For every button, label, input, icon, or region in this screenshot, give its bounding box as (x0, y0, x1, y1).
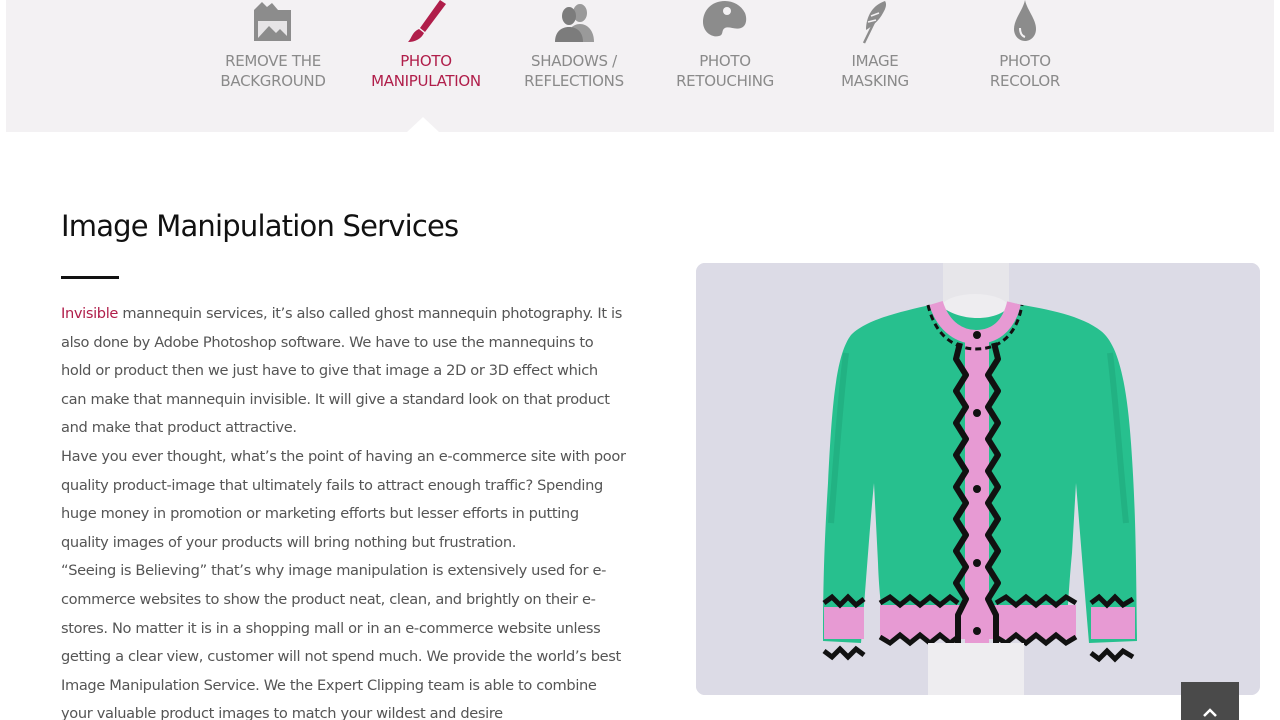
palette-icon (699, 0, 751, 44)
paragraph-1-text: mannequin services, it’s also called gho… (61, 305, 622, 437)
section-body: Invisible mannequin services, it’s also … (61, 300, 627, 720)
tab-label: PHOTO RETOUCHING (676, 52, 774, 90)
tab-photo-recolor[interactable]: PHOTO RECOLOR (950, 0, 1100, 132)
scroll-to-top-button[interactable] (1181, 682, 1239, 720)
tab-remove-background[interactable]: REMOVE THE BACKGROUND (198, 0, 348, 132)
section-title: Image Manipulation Services (61, 209, 459, 243)
tab-image-masking[interactable]: IMAGE MASKING (800, 0, 950, 132)
tab-label: SHADOWS / REFLECTIONS (524, 52, 624, 90)
paragraph-3: “Seeing is Believing” that’s why image m… (61, 562, 621, 720)
tab-photo-manipulation[interactable]: PHOTO MANIPULATION (351, 0, 501, 132)
title-underline (61, 276, 119, 279)
tab-shadows-reflections[interactable]: SHADOWS / REFLECTIONS (499, 0, 649, 132)
active-tab-pointer (407, 117, 439, 132)
tab-label: PHOTO MANIPULATION (371, 52, 481, 90)
paragraph-1: Invisible mannequin services, it’s also … (61, 300, 627, 443)
tab-photo-retouching[interactable]: PHOTO RETOUCHING (650, 0, 800, 132)
people-icon (548, 0, 600, 44)
paintbrush-icon (400, 0, 452, 44)
feather-icon (849, 0, 901, 44)
tab-label: IMAGE MASKING (841, 52, 909, 90)
image-frame-icon (247, 0, 299, 44)
product-image (696, 263, 1260, 695)
paragraph-2: Have you ever thought, what’s the point … (61, 447, 626, 551)
tab-label: REMOVE THE BACKGROUND (220, 52, 326, 90)
chevron-up-icon (1203, 708, 1217, 717)
page: REMOVE THE BACKGROUND PHOTO MANIPULATION (6, 0, 1274, 720)
service-tab-bar: REMOVE THE BACKGROUND PHOTO MANIPULATION (6, 0, 1274, 132)
tab-label: PHOTO RECOLOR (989, 52, 1061, 90)
drop-icon (999, 0, 1051, 44)
highlight-word: Invisible (61, 305, 119, 322)
